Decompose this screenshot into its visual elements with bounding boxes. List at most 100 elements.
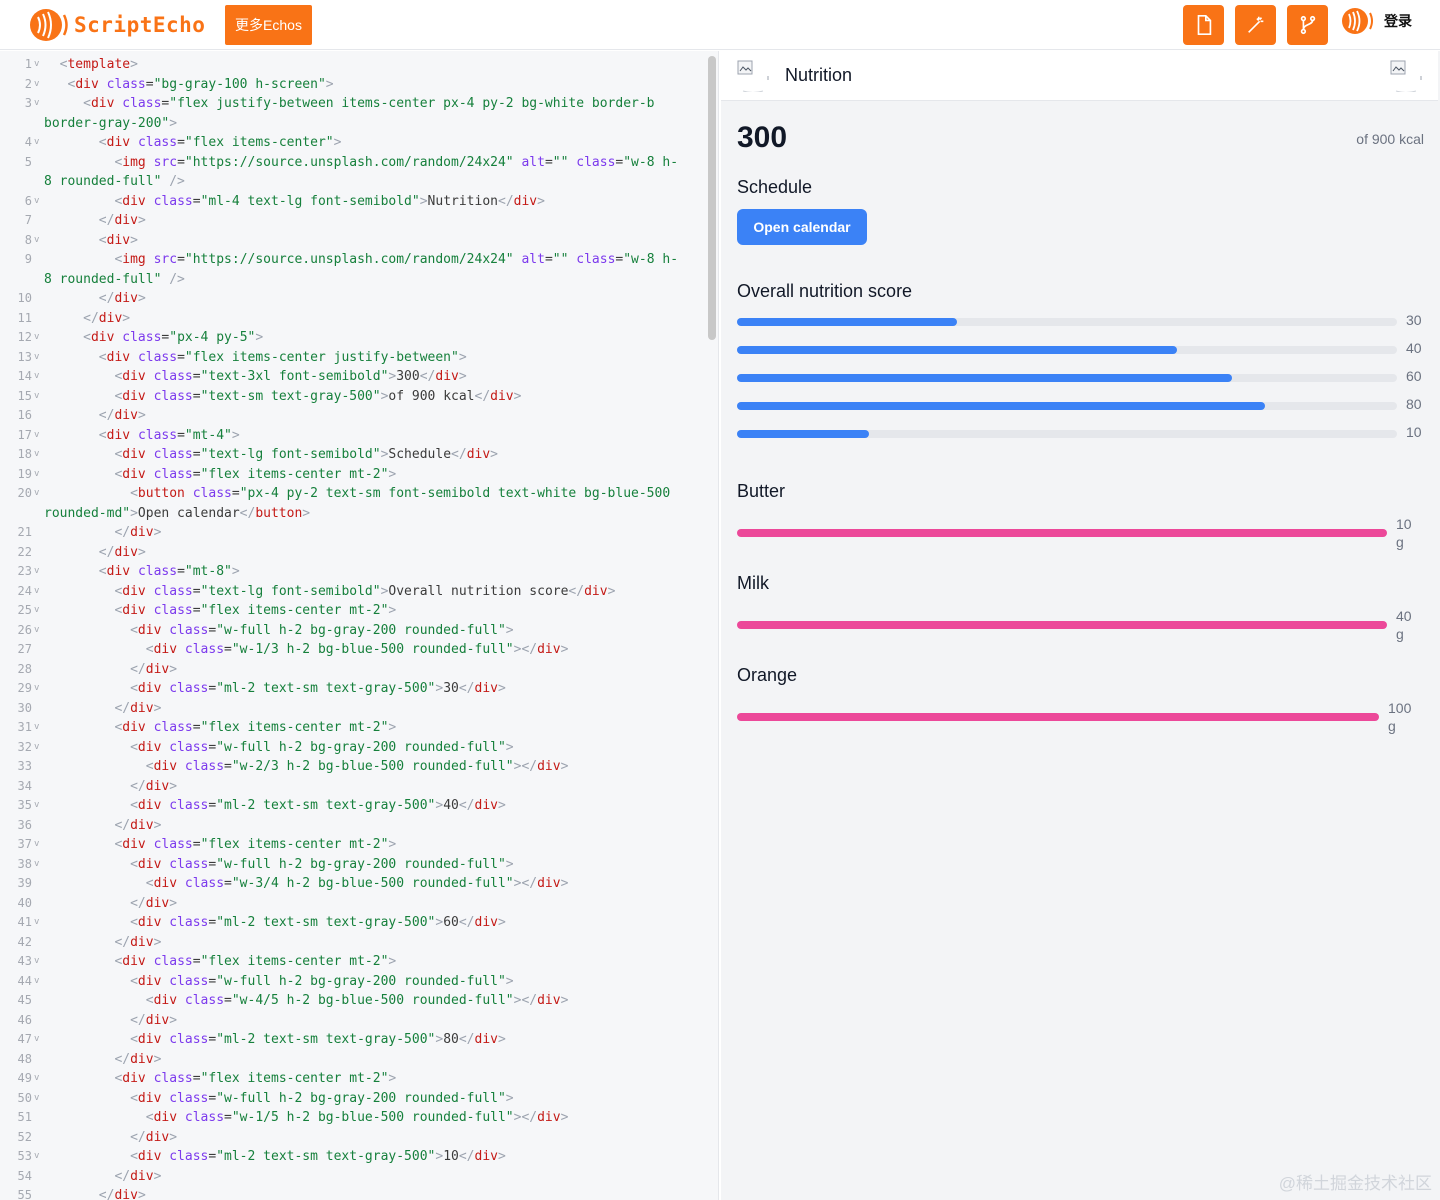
code-line[interactable]: 53 v <div class="ml-2 text-sm text-gray-5… <box>18 1147 704 1167</box>
code-line[interactable]: 30 </div> <box>18 699 704 719</box>
code-line[interactable]: 21 </div> <box>18 523 704 543</box>
code-line[interactable]: 36 </div> <box>18 816 704 836</box>
fold-chevron-icon[interactable]: v <box>34 75 39 95</box>
fold-chevron-icon[interactable]: v <box>34 426 39 446</box>
code-line[interactable]: 46 </div> <box>18 1011 704 1031</box>
code-line[interactable]: 7 </div> <box>25 211 704 231</box>
fold-chevron-icon[interactable]: v <box>34 1069 39 1089</box>
fold-chevron-icon[interactable]: v <box>34 913 39 933</box>
code-line[interactable]: 6v <div class="ml-4 text-lg font-semibol… <box>25 192 704 212</box>
code-line[interactable]: 23 v <div class="mt-8"> <box>18 562 704 582</box>
code-line[interactable]: 40 </div> <box>18 894 704 914</box>
fold-chevron-icon[interactable]: v <box>34 952 39 972</box>
code-line[interactable]: 50 v <div class="w-full h-2 bg-gray-200 r… <box>18 1089 704 1109</box>
code-line[interactable]: 8v <div> <box>25 231 704 251</box>
fold-chevron-icon[interactable]: v <box>34 835 39 855</box>
code-line[interactable]: border-gray-200"> <box>44 114 704 134</box>
code-line[interactable]: 45 <div class="w-4/5 h-2 bg-blue-500 rou… <box>18 991 704 1011</box>
code-line[interactable]: 5 <img src="https://source.unsplash.com/… <box>25 153 704 173</box>
code-line[interactable]: 55 </div> <box>18 1186 704 1200</box>
code-line[interactable]: 52 </div> <box>18 1128 704 1148</box>
code-line[interactable]: 38 v <div class="w-full h-2 bg-gray-200 r… <box>18 855 704 875</box>
fold-chevron-icon[interactable]: v <box>34 484 39 504</box>
code-line[interactable]: 28 </div> <box>18 660 704 680</box>
more-echos-button[interactable]: 更多Echos <box>225 5 312 45</box>
code-line[interactable]: 18 v <div class="text-lg font-semibold">S… <box>18 445 704 465</box>
code-line[interactable]: 47 v <div class="ml-2 text-sm text-gray-5… <box>18 1030 704 1050</box>
fold-chevron-icon[interactable]: v <box>34 972 39 992</box>
code-line[interactable]: 41 v <div class="ml-2 text-sm text-gray-5… <box>18 913 704 933</box>
code-line[interactable]: 11 </div> <box>18 309 704 329</box>
code-line[interactable]: 8 rounded-full" /> <box>44 270 704 290</box>
code-line[interactable]: 10 </div> <box>18 289 704 309</box>
code-line[interactable]: 26 v <div class="w-full h-2 bg-gray-200 r… <box>18 621 704 641</box>
fold-chevron-icon[interactable]: v <box>34 1030 39 1050</box>
fold-chevron-icon[interactable]: v <box>34 679 39 699</box>
fold-chevron-icon[interactable]: v <box>34 738 39 758</box>
fold-chevron-icon[interactable]: v <box>34 445 39 465</box>
code-line[interactable]: 9 <img src="https://source.unsplash.com/… <box>25 250 704 270</box>
code-line[interactable]: 42 </div> <box>18 933 704 953</box>
fold-chevron-icon[interactable]: v <box>34 94 39 114</box>
fold-chevron-icon[interactable]: v <box>34 192 39 212</box>
magic-button[interactable] <box>1235 5 1276 45</box>
fold-chevron-icon[interactable]: v <box>34 367 39 387</box>
code-line[interactable]: 29 v <div class="ml-2 text-sm text-gray-5… <box>18 679 704 699</box>
fold-chevron-icon[interactable]: v <box>34 1089 39 1109</box>
code-line[interactable]: 49 v <div class="flex items-center mt-2"> <box>18 1069 704 1089</box>
fold-chevron-icon[interactable]: v <box>34 562 39 582</box>
code-line[interactable]: 35 v <div class="ml-2 text-sm text-gray-5… <box>18 796 704 816</box>
code-line[interactable]: 51 <div class="w-1/5 h-2 bg-blue-500 rou… <box>18 1108 704 1128</box>
code-line[interactable]: 39 <div class="w-3/4 h-2 bg-blue-500 rou… <box>18 874 704 894</box>
code-line[interactable]: 22 </div> <box>18 543 704 563</box>
scriptecho-logo[interactable]: ScriptEcho <box>28 7 205 43</box>
code-line[interactable]: 32 v <div class="w-full h-2 bg-gray-200 r… <box>18 738 704 758</box>
code-line[interactable]: 24 v <div class="text-lg font-semibold">O… <box>18 582 704 602</box>
fold-chevron-icon[interactable]: v <box>34 601 39 621</box>
code-line[interactable]: 3v <div class="flex justify-between item… <box>25 94 704 114</box>
fold-chevron-icon[interactable]: v <box>34 328 39 348</box>
open-calendar-button[interactable]: Open calendar <box>737 209 867 245</box>
fold-chevron-icon[interactable]: v <box>34 55 39 75</box>
login-link[interactable]: 登录 <box>1384 11 1412 31</box>
code-line[interactable]: 44 v <div class="w-full h-2 bg-gray-200 r… <box>18 972 704 992</box>
fold-chevron-icon[interactable]: v <box>34 621 39 641</box>
fold-chevron-icon[interactable]: v <box>34 387 39 407</box>
code-line[interactable]: 48 </div> <box>18 1050 704 1070</box>
code-line[interactable]: 31 v <div class="flex items-center mt-2"> <box>18 718 704 738</box>
code-area[interactable]: 1v <template> 2 v <div class="bg-gray-100 … <box>18 55 704 1200</box>
code-line[interactable]: 43 v <div class="flex items-center mt-2"> <box>18 952 704 972</box>
fold-chevron-icon[interactable]: v <box>34 133 39 153</box>
fold-chevron-icon[interactable]: v <box>34 718 39 738</box>
login-area[interactable]: 登录 <box>1342 5 1412 37</box>
code-line[interactable]: 27 <div class="w-1/3 h-2 bg-blue-500 rou… <box>18 640 704 660</box>
fold-chevron-icon[interactable]: v <box>34 348 39 368</box>
code-line[interactable]: 16 </div> <box>18 406 704 426</box>
fork-button[interactable] <box>1287 5 1328 45</box>
code-line[interactable]: 54 </div> <box>18 1167 704 1187</box>
code-line[interactable]: 25 v <div class="flex items-center mt-2"> <box>18 601 704 621</box>
fold-chevron-icon[interactable]: v <box>34 231 39 251</box>
profile-image-icon[interactable] <box>1390 60 1422 92</box>
fold-chevron-icon[interactable]: v <box>34 1147 39 1167</box>
fold-chevron-icon[interactable]: v <box>34 855 39 875</box>
editor-scrollbar[interactable] <box>708 56 716 340</box>
new-file-button[interactable] <box>1183 5 1224 45</box>
code-line[interactable]: 1v <template> <box>25 55 704 75</box>
code-line[interactable]: rounded-md">Open calendar</button> <box>44 504 704 524</box>
fold-chevron-icon[interactable]: v <box>34 582 39 602</box>
code-editor[interactable]: 1v <template> 2 v <div class="bg-gray-100 … <box>0 51 719 1200</box>
code-line[interactable]: 14 v <div class="text-3xl font-semibold">… <box>18 367 704 387</box>
code-line[interactable]: 19 v <div class="flex items-center mt-2"> <box>18 465 704 485</box>
code-line[interactable]: 37 v <div class="flex items-center mt-2"> <box>18 835 704 855</box>
fold-chevron-icon[interactable]: v <box>34 465 39 485</box>
code-line[interactable]: 12 v <div class="px-4 py-5"> <box>18 328 704 348</box>
code-line[interactable]: 2v <div class="bg-gray-100 h-screen"> <box>25 75 704 95</box>
code-line[interactable]: 17 v <div class="mt-4"> <box>18 426 704 446</box>
code-line[interactable]: 20 v <button class="px-4 py-2 text-sm fon… <box>18 484 704 504</box>
code-line[interactable]: 34 </div> <box>18 777 704 797</box>
code-line[interactable]: 15 v <div class="text-sm text-gray-500">o… <box>18 387 704 407</box>
code-line[interactable]: 33 <div class="w-2/3 h-2 bg-blue-500 rou… <box>18 757 704 777</box>
fold-chevron-icon[interactable]: v <box>34 796 39 816</box>
code-line[interactable]: 13 v <div class="flex items-center justif… <box>18 348 704 368</box>
